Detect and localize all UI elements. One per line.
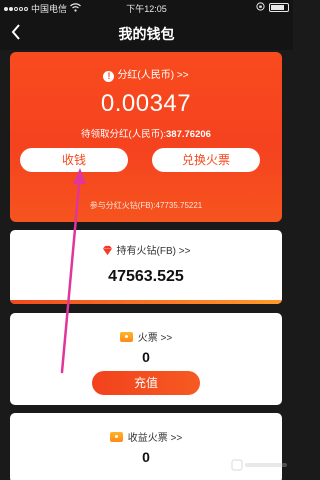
participating-diamonds: 参与分红火钻(FB):47735.75221 (89, 201, 203, 210)
watermark-logo (229, 458, 289, 476)
diamonds-card: 持有火钻(FB) >> 47563.525 (10, 230, 282, 304)
diamonds-accent-bar (10, 300, 282, 304)
income-tickets-label: 收益火票 >> (127, 433, 183, 444)
tickets-label: 火票 >> (137, 333, 173, 344)
collect-button[interactable]: 收钱 (20, 148, 128, 172)
tickets-value: 0 (142, 349, 150, 365)
dividend-amount: 0.00347 (100, 90, 192, 117)
diamonds-value: 47563.525 (108, 268, 184, 285)
ticket-icon (109, 432, 123, 442)
exchange-ticket-button[interactable]: 兑换火票 (152, 148, 260, 172)
info-icon: ! (103, 71, 115, 82)
diamonds-link[interactable]: 持有火钻(FB) >> (10, 242, 282, 257)
income-tickets-link[interactable]: 收益火票 >> (10, 429, 282, 444)
battery-icon (269, 3, 289, 12)
dividend-link[interactable]: ! 分红(人民币) >> (10, 66, 282, 82)
dividend-label: 分红(人民币) >> (117, 70, 189, 81)
pending-label: 待领取分红(人民币): (81, 129, 167, 140)
dividend-card: ! 分红(人民币) >> 0.00347 待领取分红(人民币):387.76206… (10, 52, 282, 222)
recharge-button[interactable]: 充值 (92, 371, 200, 395)
status-bar: 中国电信 下午12:05 (0, 0, 293, 16)
lock-rotation-icon (256, 2, 265, 13)
status-right (256, 2, 289, 13)
ticket-icon (119, 332, 133, 342)
nav-bar: 我的钱包 (0, 16, 293, 50)
diamonds-label: 持有火钻(FB) >> (116, 246, 191, 257)
pending-value: 387.76206 (166, 129, 211, 140)
page-title: 我的钱包 (118, 26, 175, 42)
diamond-icon (102, 245, 112, 256)
clock: 下午12:05 (126, 4, 167, 14)
tickets-card: 火票 >> 0 充值 (10, 313, 282, 405)
tickets-link[interactable]: 火票 >> (10, 329, 282, 344)
pending-dividend: 待领取分红(人民币):387.76206 (10, 126, 282, 140)
